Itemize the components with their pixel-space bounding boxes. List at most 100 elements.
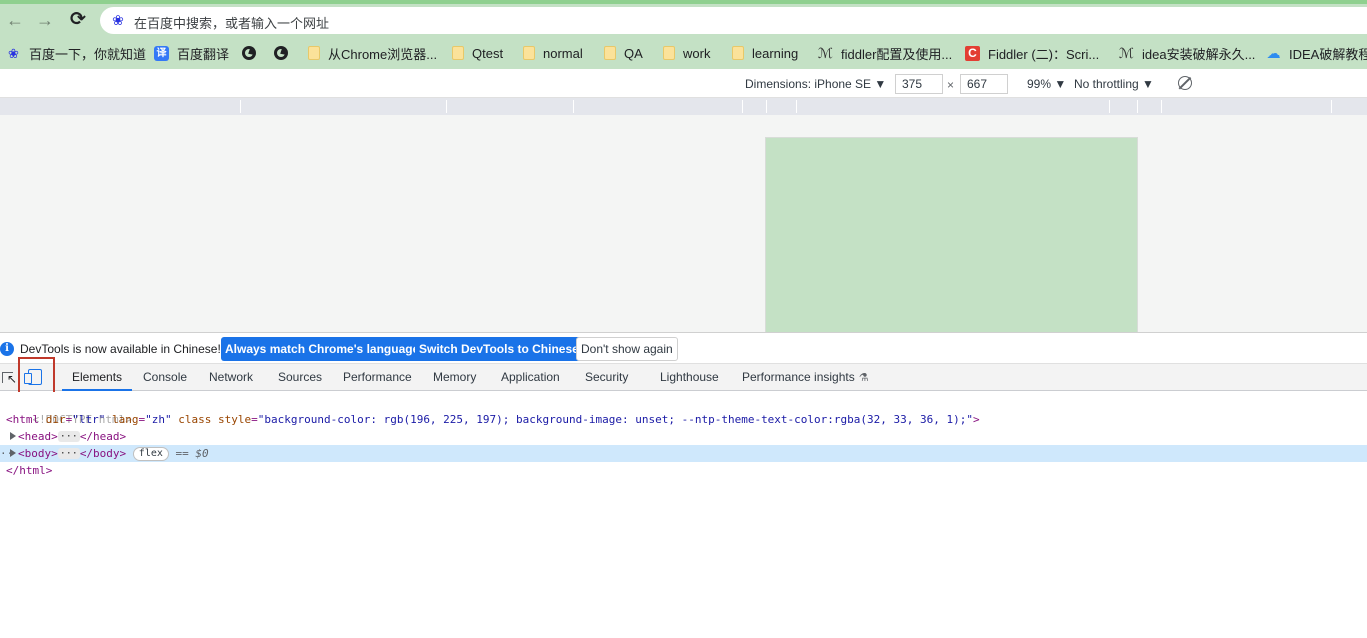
- bookmark-folder-normal[interactable]: normal: [523, 44, 583, 62]
- bookmark-folder-chrome[interactable]: 从Chrome浏览器...: [308, 44, 437, 62]
- attr-name: style: [218, 413, 252, 426]
- bookmark-label: Fiddler (二)：Scri...: [988, 46, 1100, 62]
- dom-doctype-line[interactable]: <!DOCTYPE html>: [0, 394, 1367, 426]
- bookmarks-bar: ❀ 百度一下，你就知道 译 百度翻译 从Chrome浏览器... Qtest n…: [0, 37, 1367, 69]
- tab-security[interactable]: Security: [585, 370, 628, 384]
- tag-close-bracket: >: [973, 413, 980, 426]
- elements-dom-tree: <!DOCTYPE html> <html dir="ltr" lang="zh…: [0, 392, 1367, 638]
- attr-name: lang: [112, 413, 139, 426]
- bookmark-globe-2[interactable]: [274, 44, 296, 62]
- bookmark-folder-qtest[interactable]: Qtest: [452, 44, 503, 62]
- dimension-separator: ×: [947, 78, 955, 92]
- globe-icon: [274, 46, 288, 60]
- bookmark-folder-qa[interactable]: QA: [604, 44, 643, 62]
- tab-performance[interactable]: Performance: [343, 370, 412, 384]
- bookmark-label: 百度翻译: [177, 46, 230, 62]
- inspect-element-icon[interactable]: [2, 372, 17, 385]
- bookmark-label: idea安装破解永久...: [1142, 46, 1256, 62]
- cloud-icon: ☁: [1266, 44, 1281, 61]
- bookmark-fiddler-script[interactable]: C Fiddler (二)：Scri...: [965, 44, 1099, 62]
- bookmark-label: QA: [624, 45, 643, 61]
- bookmark-label: learning: [752, 45, 799, 61]
- back-button[interactable]: ←: [3, 10, 27, 30]
- attr-name: dir: [45, 413, 66, 426]
- tab-memory[interactable]: Memory: [433, 370, 476, 384]
- tab-elements[interactable]: Elements: [72, 370, 122, 384]
- bookmark-baidu[interactable]: ❀ 百度一下，你就知道: [6, 44, 146, 62]
- body-open-tag: <body>: [18, 447, 58, 460]
- folder-icon: [663, 46, 675, 60]
- folder-icon: [523, 46, 535, 60]
- dom-html-open-line[interactable]: <html dir="ltr" lang="zh" class style="b…: [0, 411, 1367, 428]
- tab-sources[interactable]: Sources: [278, 370, 322, 384]
- zoom-dropdown[interactable]: 99% ▼: [1027, 77, 1066, 91]
- always-match-language-button[interactable]: Always match Chrome's language: [221, 337, 424, 361]
- device-toolbar: Dimensions: iPhone SE ▼ 375 × 667 99% ▼ …: [0, 69, 1367, 98]
- dont-show-again-button[interactable]: Don't show again: [576, 337, 678, 361]
- bookmark-fiddler-config[interactable]: ℳ fiddler配置及使用...: [818, 44, 952, 62]
- info-icon: i: [0, 342, 14, 356]
- experimental-flask-icon: ⚗: [858, 372, 869, 384]
- tab-network[interactable]: Network: [209, 370, 253, 384]
- body-close-tag: </body>: [79, 447, 127, 460]
- bookmark-baidu-translate[interactable]: 译 百度翻译: [154, 44, 229, 62]
- bookmark-label: Qtest: [472, 45, 504, 61]
- tab-application[interactable]: Application: [501, 370, 560, 384]
- html-open-tag: <html: [6, 413, 40, 426]
- collapsed-ellipsis[interactable]: ···: [57, 431, 80, 442]
- bookmark-folder-learning[interactable]: learning: [732, 44, 798, 62]
- dom-html-close-line[interactable]: </html>: [0, 462, 1367, 479]
- bookmark-label: fiddler配置及使用...: [841, 46, 953, 62]
- bookmark-idea-crack[interactable]: ☁ IDEA破解教程: [1266, 44, 1367, 62]
- bookmark-folder-work[interactable]: work: [663, 44, 710, 62]
- height-input[interactable]: 667: [960, 74, 1008, 94]
- expand-triangle-icon[interactable]: [10, 432, 16, 440]
- tab-lighthouse[interactable]: Lighthouse: [660, 370, 719, 384]
- switch-to-chinese-button[interactable]: Switch DevTools to Chinese: [415, 337, 583, 361]
- expand-triangle-icon[interactable]: [10, 449, 16, 457]
- head-open-tag: <head>: [18, 430, 58, 443]
- attr-name: class: [178, 413, 212, 426]
- browser-toolbar: ← → ⟳ ❀ 在百度中搜索，或者输入一个网址: [0, 4, 1367, 37]
- feather-icon: ℳ: [818, 44, 833, 61]
- dom-head-line[interactable]: <head> ··· </head>: [0, 428, 1367, 445]
- tab-label: Performance insights: [742, 370, 855, 384]
- console-var-ref: $0: [195, 447, 209, 460]
- tab-console[interactable]: Console: [143, 370, 187, 384]
- eq-marker: ==: [175, 447, 189, 460]
- dimensions-dropdown[interactable]: Dimensions: iPhone SE ▼: [745, 77, 886, 91]
- bookmark-label: normal: [543, 45, 583, 61]
- dom-body-line-selected[interactable]: ·· <body> ··· </body> flex == $0: [0, 445, 1367, 462]
- forward-button[interactable]: →: [33, 10, 57, 30]
- emulated-device-screen[interactable]: [765, 137, 1138, 332]
- baidu-icon: ❀: [112, 12, 124, 28]
- flex-badge[interactable]: flex: [132, 447, 169, 461]
- omnibox[interactable]: ❀ 在百度中搜索，或者输入一个网址: [100, 7, 1367, 34]
- width-input[interactable]: 375: [895, 74, 943, 94]
- feather-icon: ℳ: [1119, 44, 1134, 61]
- throttling-dropdown[interactable]: No throttling ▼: [1074, 77, 1154, 91]
- media-query-bar[interactable]: [0, 98, 1367, 115]
- globe-icon: [242, 46, 256, 60]
- bookmark-idea-install[interactable]: ℳ idea安装破解永久...: [1119, 44, 1255, 62]
- devtools-language-infobar: i DevTools is now available in Chinese! …: [0, 332, 1367, 364]
- bookmark-label: IDEA破解教程: [1289, 46, 1367, 62]
- omnibox-placeholder: 在百度中搜索，或者输入一个网址: [134, 16, 330, 31]
- infobar-message: DevTools is now available in Chinese!: [20, 342, 221, 356]
- html-close-tag: </html>: [6, 464, 53, 477]
- disable-rotate-icon[interactable]: [1178, 76, 1192, 90]
- bookmark-label: work: [683, 45, 711, 61]
- bookmark-label: 从Chrome浏览器...: [328, 46, 438, 62]
- folder-icon: [452, 46, 464, 60]
- folder-icon: [604, 46, 616, 60]
- emulated-viewport-area: [0, 115, 1367, 332]
- tab-performance-insights[interactable]: Performance insights ⚗: [742, 370, 869, 384]
- collapsed-ellipsis[interactable]: ···: [57, 448, 80, 459]
- folder-icon: [732, 46, 744, 60]
- attr-value: "ltr": [72, 413, 106, 426]
- active-tab-indicator: [62, 389, 132, 391]
- reload-button[interactable]: ⟳: [66, 10, 90, 30]
- head-close-tag: </head>: [79, 430, 127, 443]
- bookmark-globe-1[interactable]: [242, 44, 264, 62]
- attr-value: "zh": [145, 413, 172, 426]
